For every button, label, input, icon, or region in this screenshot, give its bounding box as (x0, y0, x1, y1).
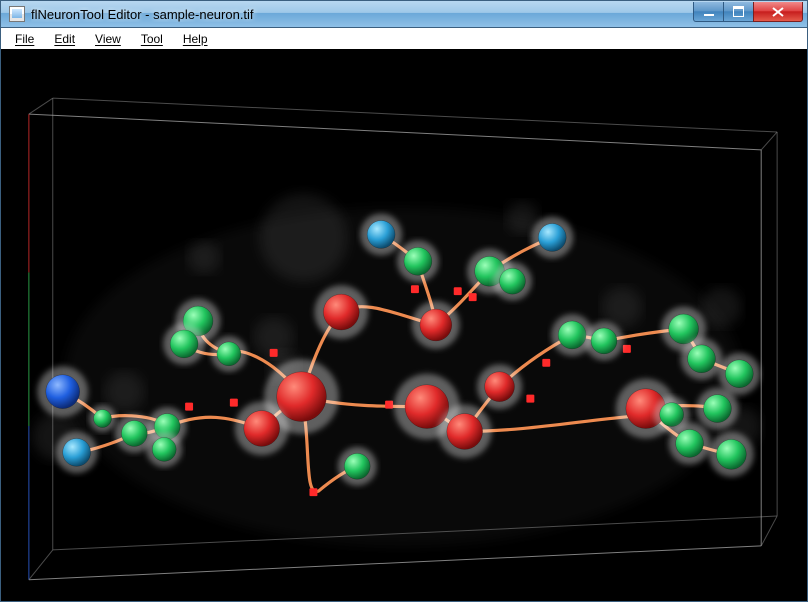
window-close-button[interactable] (753, 2, 803, 22)
neuron-node-tip[interactable] (170, 330, 198, 358)
neuron-node-tip[interactable] (591, 328, 617, 354)
neuron-node-tip[interactable] (344, 453, 370, 479)
neuron-node-special[interactable] (367, 221, 395, 249)
neuron-node-branch[interactable] (420, 309, 452, 341)
window-titlebar[interactable]: flNeuronTool Editor - sample-neuron.tif (0, 0, 808, 28)
window-minimize-button[interactable] (693, 2, 724, 22)
neuron-node-tip[interactable] (688, 345, 716, 373)
menu-edit[interactable]: Edit (44, 30, 85, 48)
window-title: flNeuronTool Editor - sample-neuron.tif (31, 7, 694, 22)
path-marker[interactable] (623, 345, 631, 353)
neuron-node-branch[interactable] (244, 411, 280, 447)
path-marker[interactable] (526, 395, 534, 403)
neuron-node-tip[interactable] (703, 395, 731, 423)
path-marker[interactable] (411, 285, 419, 293)
path-marker[interactable] (469, 293, 477, 301)
neuron-node-tip[interactable] (94, 410, 112, 428)
neuron-node-tip[interactable] (725, 360, 753, 388)
menu-view[interactable]: View (85, 30, 131, 48)
neuron-node-branch[interactable] (323, 294, 359, 330)
path-marker[interactable] (185, 403, 193, 411)
neuron-node-branch[interactable] (485, 372, 515, 402)
menu-file[interactable]: File (5, 30, 44, 48)
neuron-node-tip[interactable] (500, 268, 526, 294)
menu-help[interactable]: Help (173, 30, 218, 48)
neuron-node-special[interactable] (46, 375, 80, 409)
close-icon (772, 7, 784, 17)
path-marker[interactable] (454, 287, 462, 295)
3d-viewport[interactable] (5, 57, 801, 597)
neuron-node-special[interactable] (538, 224, 566, 252)
path-marker[interactable] (542, 359, 550, 367)
neuron-node-tip[interactable] (217, 342, 241, 366)
neuron-node-tip[interactable] (660, 403, 684, 427)
path-marker[interactable] (385, 401, 393, 409)
neuron-node-tip[interactable] (716, 439, 746, 469)
menu-tool[interactable]: Tool (131, 30, 173, 48)
neuron-node-branch[interactable] (447, 414, 483, 450)
app-icon (9, 6, 25, 22)
window-maximize-button[interactable] (723, 2, 754, 22)
path-marker[interactable] (230, 399, 238, 407)
neuron-node-tip[interactable] (676, 429, 704, 457)
neuron-node-tip[interactable] (152, 437, 176, 461)
neuron-node-tip[interactable] (558, 321, 586, 349)
path-marker[interactable] (309, 488, 317, 496)
editor-client-area (0, 49, 808, 602)
menu-bar: File Edit View Tool Help (0, 28, 808, 49)
neuron-node-tip[interactable] (121, 421, 147, 447)
path-marker[interactable] (270, 349, 278, 357)
neuron-node-special[interactable] (63, 438, 91, 466)
neuron-node-tip[interactable] (404, 247, 432, 275)
